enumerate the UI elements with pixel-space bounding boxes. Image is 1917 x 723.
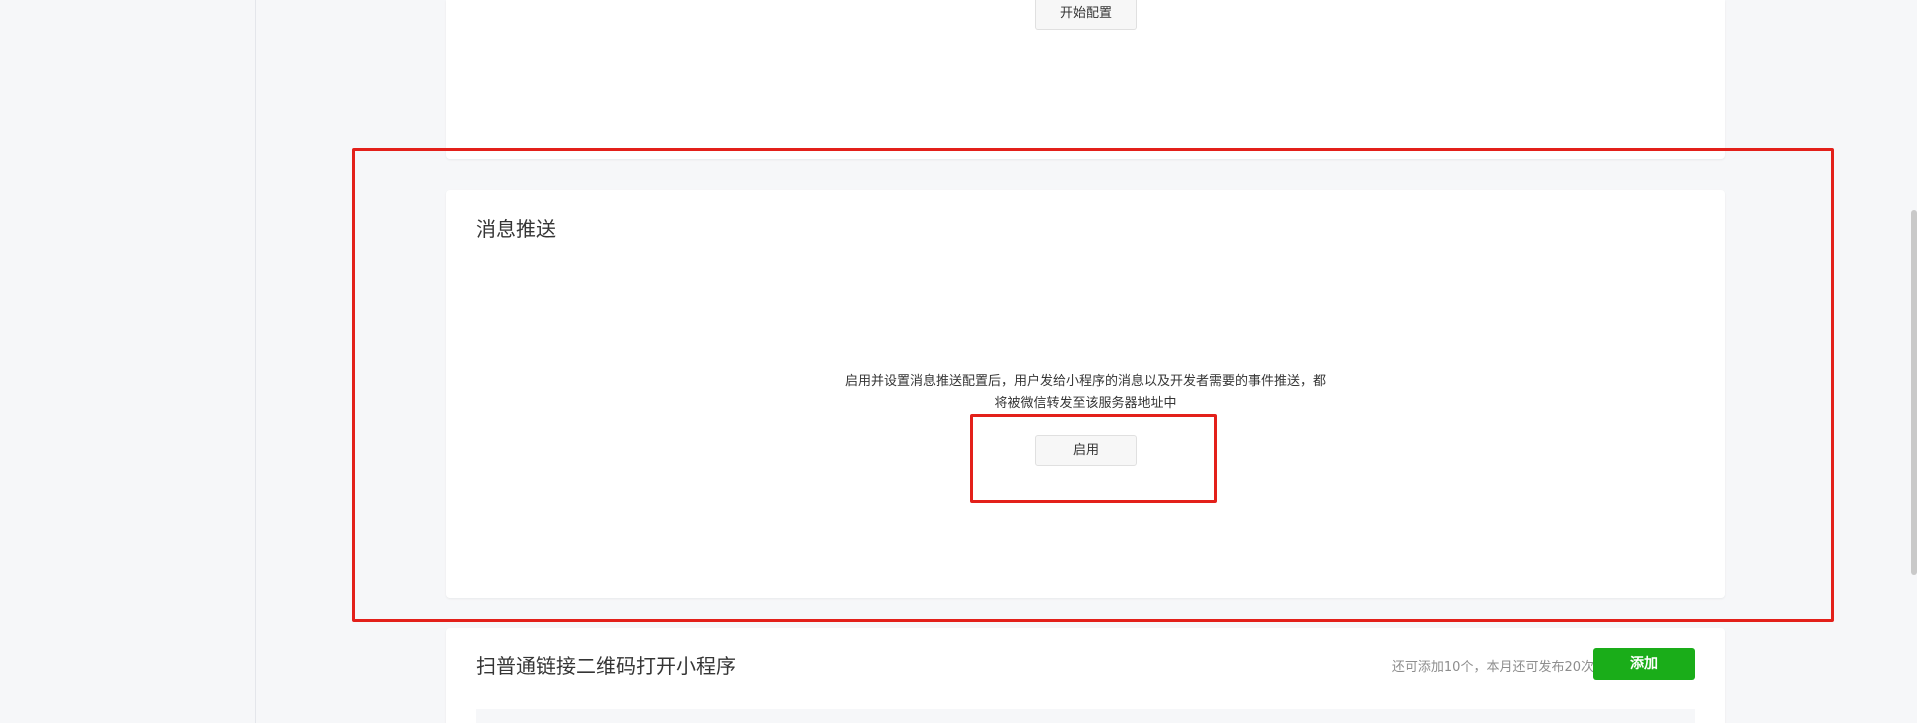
qrcode-section-title: 扫普通链接二维码打开小程序 — [476, 654, 736, 678]
qrcode-link-card: 扫普通链接二维码打开小程序 还可添加10个，本月还可发布20次。 添加 — [446, 628, 1725, 723]
scrollbar[interactable] — [1911, 0, 1917, 723]
page: 开始配置 消息推送 启用并设置消息推送配置后，用户发给小程序的消息以及开发者需要… — [0, 0, 1917, 723]
message-push-card: 消息推送 启用并设置消息推送配置后，用户发给小程序的消息以及开发者需要的事件推送… — [446, 190, 1725, 598]
sidebar — [0, 0, 256, 723]
enable-button[interactable]: 启用 — [1035, 435, 1137, 466]
message-push-title: 消息推送 — [476, 217, 556, 241]
start-config-button[interactable]: 开始配置 — [1035, 0, 1137, 30]
server-config-card: 开始配置 — [446, 0, 1725, 159]
qrcode-quota-text: 还可添加10个，本月还可发布20次。 — [1391, 660, 1607, 675]
qrcode-table-header — [476, 709, 1695, 723]
add-button[interactable]: 添加 — [1593, 648, 1695, 680]
message-push-description: 启用并设置消息推送配置后，用户发给小程序的消息以及开发者需要的事件推送，都将被微… — [844, 374, 1326, 411]
scrollbar-thumb[interactable] — [1911, 210, 1917, 575]
